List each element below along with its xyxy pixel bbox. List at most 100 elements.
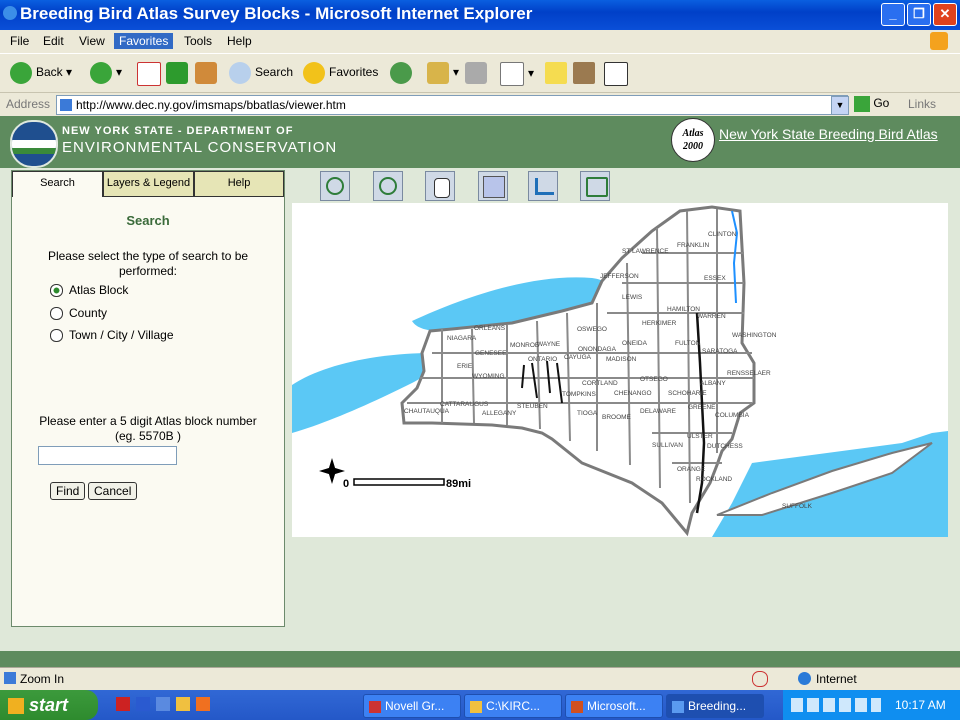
tab-search[interactable]: Search	[12, 171, 103, 197]
back-extent-tool[interactable]	[528, 171, 558, 201]
atlas-home-link[interactable]: New York State Breeding Bird Atlas	[719, 126, 949, 143]
county-label: OSWEGO	[577, 326, 607, 333]
minimize-button[interactable]: _	[881, 3, 905, 26]
popup-blocked-icon[interactable]	[752, 671, 768, 687]
links-label[interactable]: Links	[908, 97, 936, 111]
find-button[interactable]: Find	[50, 482, 86, 500]
task-breeding[interactable]: Breeding...	[666, 694, 764, 718]
scale-end-label: 89mi	[446, 478, 471, 490]
tab-help[interactable]: Help	[194, 171, 284, 197]
ie-logo-icon	[3, 6, 17, 20]
county-label: CHENANGO	[614, 390, 652, 397]
atlas-2000-badge: Atlas 2000	[671, 118, 715, 162]
menu-file[interactable]: File	[5, 33, 34, 49]
toolbar: Back ▾ ▾ Search Favorites ▾ ▾	[0, 53, 960, 92]
history-icon	[390, 62, 412, 84]
search-button[interactable]: Search	[229, 62, 293, 84]
back-arrow-icon	[10, 62, 32, 84]
panel-heading: Search	[126, 213, 170, 228]
zoom-in-tool[interactable]	[320, 171, 350, 201]
forward-button[interactable]: ▾	[90, 62, 122, 84]
messenger-button[interactable]	[604, 62, 632, 86]
address-input[interactable]: http://www.dec.ny.gov/imsmaps/bbatlas/vi…	[56, 95, 848, 115]
county-label: SCHOHARIE	[668, 390, 707, 397]
pan-tool[interactable]	[425, 171, 455, 201]
tray-icons[interactable]	[791, 698, 881, 712]
internet-zone-icon	[798, 672, 811, 685]
north-arrow	[319, 458, 345, 484]
zone-label: Internet	[816, 672, 857, 686]
research-icon	[573, 62, 595, 84]
favorites-button[interactable]: Favorites	[303, 62, 378, 84]
county-label: WAYNE	[537, 341, 561, 348]
county-label: HERKIMER	[642, 320, 677, 327]
county-label: JEFFERSON	[600, 273, 639, 280]
ie-icon	[672, 700, 684, 713]
refresh-button[interactable]	[166, 62, 192, 84]
scale-bar	[353, 478, 445, 486]
quick-launch-icon[interactable]	[116, 697, 130, 711]
radio-town[interactable]	[50, 329, 63, 343]
task-novell[interactable]: Novell Gr...	[363, 694, 461, 718]
county-label: CHAUTAUQUA	[404, 408, 450, 415]
agency-line1: NEW YORK STATE - DEPARTMENT OF	[62, 125, 294, 137]
county-label: GENESEE	[475, 350, 507, 357]
menu-tools[interactable]: Tools	[179, 33, 217, 49]
block-number-input[interactable]	[38, 446, 177, 465]
task-explorer[interactable]: C:\KIRC...	[464, 694, 562, 718]
close-button[interactable]: ✕	[933, 3, 957, 26]
radio-county[interactable]	[50, 307, 63, 321]
folder-launch-icon[interactable]	[176, 697, 190, 711]
option-town[interactable]: Town / City / Village	[50, 328, 174, 343]
discuss-button[interactable]	[545, 62, 571, 84]
folder-icon	[470, 700, 482, 713]
return-arrow-icon	[535, 178, 554, 195]
county-label: ORLEANS	[474, 325, 506, 332]
maximize-button[interactable]: ❐	[907, 3, 931, 26]
county-label: STEUBEN	[517, 403, 548, 410]
county-label: TOMPKINS	[562, 391, 596, 398]
word-launch-icon[interactable]	[136, 697, 150, 711]
ny-state-map[interactable]: ST LAWRENCE FRANKLIN CLINTON ESSEX JEFFERSON…	[292, 203, 948, 537]
radio-atlas-block[interactable]	[50, 284, 63, 298]
tab-layers-legend[interactable]: Layers & Legend	[103, 171, 194, 197]
identify-tool[interactable]	[478, 171, 508, 201]
go-button[interactable]: Go	[854, 96, 889, 112]
menu-favorites[interactable]: Favorites	[114, 33, 174, 49]
start-button[interactable]: start	[0, 690, 98, 720]
option-county[interactable]: County	[50, 306, 107, 321]
menu-view[interactable]: View	[74, 33, 110, 49]
home-icon	[195, 62, 217, 84]
map-view[interactable]: ST LAWRENCE FRANKLIN CLINTON ESSEX JEFFERSON…	[292, 203, 948, 537]
address-url: http://www.dec.ny.gov/imsmaps/bbatlas/vi…	[76, 98, 346, 112]
page-status-icon	[4, 672, 16, 684]
ny-state-icon	[586, 177, 608, 197]
county-label: ERIE	[457, 363, 473, 370]
option-atlas-block[interactable]: Atlas Block	[50, 283, 128, 298]
history-button[interactable]	[390, 62, 416, 84]
county-label: COLUMBIA	[715, 412, 750, 419]
cancel-button[interactable]: Cancel	[88, 482, 138, 500]
address-dropdown-button[interactable]: ▼	[831, 96, 849, 115]
full-extent-tool[interactable]	[580, 171, 610, 201]
scale-start-label: 0	[343, 478, 349, 490]
media-launch-icon[interactable]	[196, 697, 210, 711]
zoom-out-tool[interactable]	[373, 171, 403, 201]
block-number-prompt: Please enter a 5 digit Atlas block numbe…	[39, 414, 257, 443]
mail-icon	[427, 62, 449, 84]
ie-launch-icon[interactable]	[156, 697, 170, 711]
search-icon	[229, 62, 251, 84]
back-button[interactable]: Back ▾	[10, 62, 72, 84]
mail-button[interactable]: ▾	[427, 62, 459, 84]
print-button[interactable]	[465, 62, 491, 84]
county-label: ONEIDA	[622, 340, 648, 347]
county-label: DELAWARE	[640, 408, 677, 415]
research-button[interactable]	[573, 62, 599, 84]
edit-word-button[interactable]: ▾	[500, 62, 534, 86]
menu-edit[interactable]: Edit	[38, 33, 69, 49]
stop-button[interactable]	[137, 62, 165, 86]
task-microsoft[interactable]: Microsoft...	[565, 694, 663, 718]
menu-help[interactable]: Help	[222, 33, 257, 49]
windows-flag-icon	[930, 32, 948, 50]
home-button[interactable]	[195, 62, 221, 84]
